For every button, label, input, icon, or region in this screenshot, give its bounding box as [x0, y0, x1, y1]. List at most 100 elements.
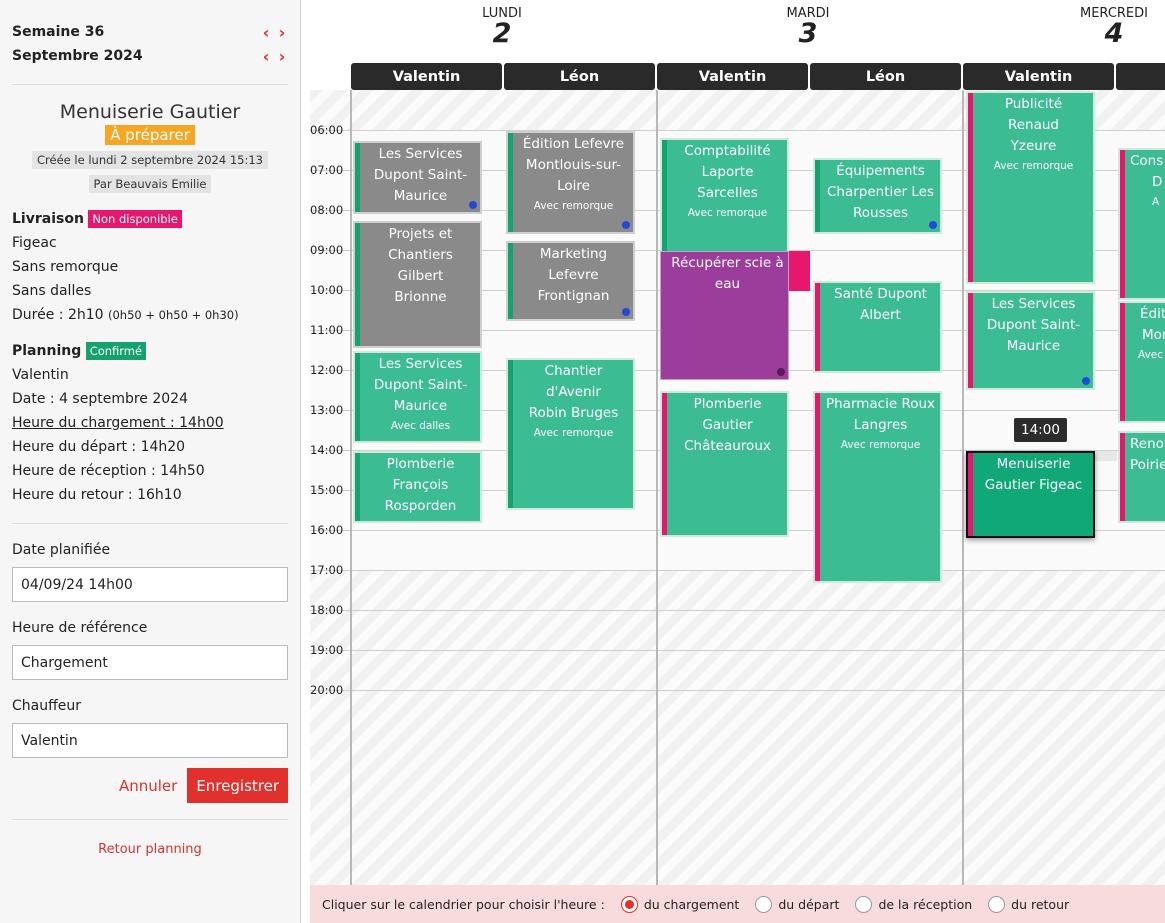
save-button[interactable]: Enregistrer	[187, 768, 288, 803]
day-separator	[962, 90, 964, 885]
time-label: 11:00	[310, 323, 344, 337]
event-card[interactable]: Marketing Lefevre Frontignan	[506, 241, 635, 321]
day-separator	[656, 90, 658, 885]
calendar-panel: LUNDI 2 MARDI 3 MERCREDI 4 Valentin Léon…	[302, 0, 1165, 923]
hour-line	[310, 690, 1165, 691]
client-name: Menuiserie Gautier	[59, 101, 241, 123]
radio-reception[interactable]	[855, 895, 873, 913]
event-card[interactable]: Édition Lefevre Montlouis-sur- Loire Avec r…	[506, 131, 635, 234]
time-label: 09:00	[310, 243, 344, 257]
conflict-marker	[789, 251, 810, 291]
event-card[interactable]: Santé Dupont Albert	[813, 281, 942, 373]
radio-depart[interactable]	[755, 895, 773, 913]
planning-driver: Valentin	[12, 367, 69, 383]
event-card[interactable]: RenovPoirieA	[1118, 431, 1165, 523]
ref-select[interactable]: Chargement	[12, 645, 288, 680]
livraison-duree: Durée : 2h10	[12, 307, 104, 323]
event-card[interactable]: Cons D A	[1118, 148, 1165, 300]
status-dot	[777, 368, 785, 376]
event-card[interactable]: Récupérer scie à eau	[660, 251, 789, 380]
event-card-selected[interactable]: Menuiserie Gautier Figeac	[966, 451, 1095, 538]
planning-date: Date : 4 septembre 2024	[12, 391, 188, 407]
day-name: MERCREDI	[1080, 6, 1148, 21]
time-mode-bar: Cliquer sur le calendrier pour choisir l…	[310, 885, 1165, 923]
livraison-section: Livraison Non disponible Figeac Sans rem…	[12, 207, 288, 327]
radio-label[interactable]: de la réception	[878, 897, 972, 912]
divider	[12, 84, 288, 85]
event-card[interactable]: Les Services Dupont Saint- Maurice	[966, 291, 1095, 390]
back-link[interactable]: Retour planning	[12, 842, 288, 857]
time-label: 17:00	[310, 563, 344, 577]
sidebar: Semaine 36 ‹ › Septembre 2024 ‹ › Menuiser…	[0, 0, 301, 923]
chevron-left-icon[interactable]: ‹	[260, 23, 272, 42]
status-dot	[622, 221, 630, 229]
radio-label[interactable]: du retour	[1011, 897, 1069, 912]
chevron-right-icon[interactable]: ›	[276, 23, 288, 42]
event-card[interactable]: Plomberie Gautier Châteauroux	[660, 391, 789, 537]
driver-label: Chauffeur	[12, 698, 81, 714]
time-label: 19:00	[310, 643, 344, 657]
driver-column-header[interactable]: Valentin	[657, 63, 808, 90]
event-card[interactable]: Comptabilité Laporte Sarcelles Avec remorq…	[660, 138, 789, 256]
status-dot	[1082, 377, 1090, 385]
time-label: 06:00	[310, 123, 344, 137]
time-label: 15:00	[310, 483, 344, 497]
time-label: 16:00	[310, 523, 344, 537]
hour-line	[310, 650, 1165, 651]
chevron-left-icon[interactable]: ‹	[260, 47, 272, 66]
cancel-button[interactable]: Annuler	[119, 777, 177, 795]
livraison-badge: Non disponible	[88, 210, 182, 228]
time-tooltip: 14:00	[1014, 418, 1067, 442]
event-card[interactable]: Pharmacie Roux Langres Avec remorque	[813, 391, 942, 583]
calendar-grid[interactable]: 06:00 07:00 08:00 09:00 10:00 11:00 12:0…	[310, 90, 1165, 885]
radio-label[interactable]: du chargement	[644, 897, 740, 912]
driver-column-header[interactable]: Léon	[810, 63, 961, 90]
planning-retour: Heure du retour : 16h10	[12, 487, 182, 503]
status-dot	[622, 308, 630, 316]
status-badge: À préparer	[105, 125, 195, 145]
time-label: 12:00	[310, 363, 344, 377]
planning-reception: Heure de réception : 14h50	[12, 463, 205, 479]
day-separator	[350, 90, 352, 885]
status-dot	[929, 221, 937, 229]
slot-highlight	[1095, 451, 1117, 461]
date-input[interactable]: 04/09/24 14h00	[12, 567, 288, 602]
hour-line	[310, 610, 1165, 611]
event-card[interactable]: Plomberie François Rosporden	[353, 451, 482, 523]
livraison-remorque: Sans remorque	[12, 259, 119, 275]
event-card[interactable]: Projets et Chantiers Gilbert Brionne	[353, 221, 482, 348]
event-card[interactable]: Chantier d'Avenir Robin Bruges Avec remorq…	[506, 358, 635, 510]
planning-section: Planning Confirmé Valentin Date : 4 sept…	[12, 339, 288, 507]
hour-line	[310, 570, 1165, 571]
time-label: 13:00	[310, 403, 344, 417]
radio-label[interactable]: du départ	[778, 897, 839, 912]
unavailable-zone	[310, 570, 1165, 885]
divider	[12, 819, 288, 820]
event-card[interactable]: Les Services Dupont Saint- Maurice	[353, 141, 482, 214]
planning-title: Planning	[12, 343, 82, 359]
livraison-dalles: Sans dalles	[12, 283, 92, 299]
created-info: Créée le lundi 2 septembre 2024 15:13	[32, 151, 268, 169]
author-info: Par Beauvais Emilie	[88, 175, 212, 193]
driver-column-header[interactable]: Valentin	[351, 63, 502, 90]
radio-chargement[interactable]	[620, 895, 638, 913]
livraison-title: Livraison	[12, 211, 84, 227]
week-label: Semaine 36	[12, 24, 105, 40]
event-card[interactable]: ÉditiMonAvec r	[1118, 301, 1165, 423]
driver-column-header[interactable]: Valentin	[963, 63, 1114, 90]
day-header-wednesday: MERCREDI 4	[1014, 6, 1165, 47]
driver-column-header[interactable]	[1116, 63, 1165, 90]
time-label: 07:00	[310, 163, 344, 177]
event-card[interactable]: Les Services Dupont Saint- Maurice Avec dal…	[353, 351, 482, 443]
event-card[interactable]: Publicité Renaud Yzeure Avec remorque	[966, 91, 1095, 284]
chevron-right-icon[interactable]: ›	[276, 47, 288, 66]
status-dot	[469, 201, 477, 209]
event-card[interactable]: Équipements Charpentier Les Rousses	[813, 158, 942, 234]
month-label: Septembre 2024	[12, 48, 143, 64]
day-number: 3	[798, 18, 818, 49]
driver-select[interactable]: Valentin	[12, 723, 288, 758]
week-row: Semaine 36 ‹ ›	[12, 20, 288, 44]
radio-retour[interactable]	[988, 895, 1006, 913]
driver-column-header[interactable]: Léon	[504, 63, 655, 90]
livraison-city: Figeac	[12, 235, 57, 251]
